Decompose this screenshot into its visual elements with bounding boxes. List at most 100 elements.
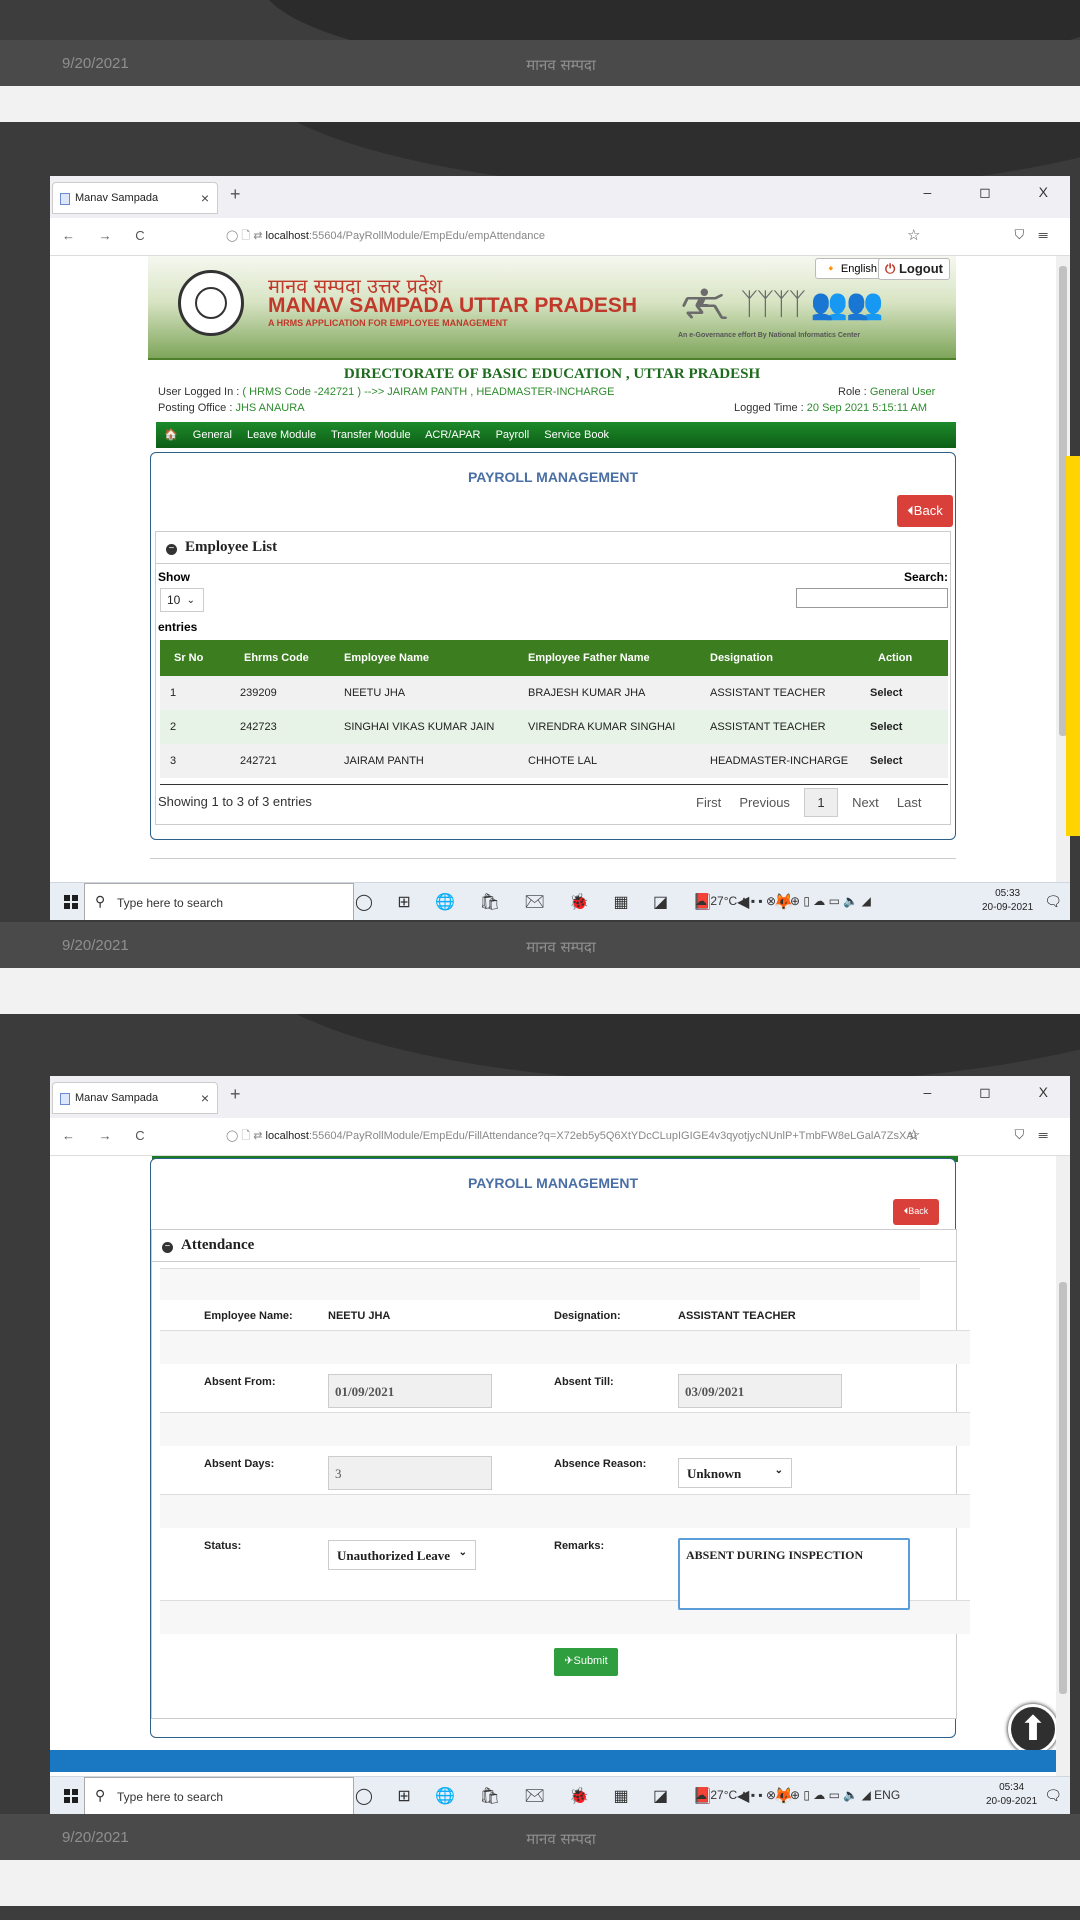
windows-start-icon[interactable] — [64, 1789, 78, 1803]
menu-icon[interactable]: ⛉☰ — [1014, 227, 1062, 243]
menu-item-transfer[interactable]: Transfer Module — [331, 429, 411, 441]
system-tray[interactable]: ☁ 27°C ˄ ▪ ▪ ⊗ ◐ ⊕ ▯ ☁ ▭ 🔈 ◢ ENG — [695, 1788, 900, 1802]
close-icon[interactable]: × — [201, 1090, 209, 1106]
browser-tab[interactable]: Manav Sampada × — [52, 1082, 218, 1114]
logout-button[interactable]: ⏻ Logout — [878, 258, 950, 280]
cell-employee-name: SINGHAI VIKAS KUMAR JAIN — [344, 710, 528, 744]
slide-gap — [0, 968, 1080, 1014]
page-size-select[interactable]: 10 ⌄ — [160, 588, 204, 612]
slide-header-strip — [0, 1906, 1080, 1920]
section-header[interactable]: − Employee List — [156, 532, 950, 564]
column-header[interactable]: Ehrms Code — [234, 640, 344, 676]
bookmark-star-icon[interactable]: ☆ — [907, 1126, 920, 1144]
employee-name-label: Employee Name: — [204, 1310, 293, 1322]
back-button[interactable]: ⏴Back — [897, 495, 953, 527]
show-label: Show — [158, 570, 190, 584]
clock[interactable]: 05:34 20-09-2021 — [986, 1781, 1037, 1809]
url-path: :55604/PayRollModule/EmpEdu/empAttendanc… — [308, 230, 546, 242]
cell-ehrms-code: 242721 — [234, 744, 344, 778]
url-host: localhost — [265, 230, 309, 242]
menu-item-acr[interactable]: ACR/APAR — [425, 429, 480, 441]
showing-info: Showing 1 to 3 of 3 entries — [158, 794, 312, 809]
window-controls[interactable]: – ◻ X — [923, 1084, 1070, 1101]
employee-table: Sr No Ehrms Code Employee Name Employee … — [160, 640, 948, 778]
state-emblem-logo — [178, 270, 244, 336]
notification-icon[interactable]: 🗨 — [1044, 1787, 1062, 1804]
absent-from-field[interactable]: 01/09/2021 — [328, 1374, 492, 1408]
vertical-scrollbar[interactable] — [1056, 1156, 1070, 1776]
cell-father-name: CHHOTE LAL — [528, 744, 710, 778]
section-header[interactable]: − Attendance — [152, 1230, 956, 1262]
people-graphic-icon: 🮲🮳 ᛉᛉᛉᛉ 👥👥 — [678, 288, 883, 321]
scroll-to-top-icon[interactable]: ⬆ — [1008, 1704, 1056, 1754]
slide-title: मानव सम्पदा — [526, 938, 596, 956]
taskbar-search-input[interactable]: ⚲ Type here to search — [84, 883, 354, 920]
browser-tab[interactable]: Manav Sampada × — [52, 182, 218, 214]
search-input[interactable] — [796, 588, 948, 608]
select-link[interactable]: Select — [870, 676, 948, 710]
pager-last[interactable]: Last — [897, 795, 922, 810]
clock[interactable]: 05:33 20-09-2021 — [982, 887, 1033, 915]
side-url-strip — [1066, 456, 1080, 836]
table-row[interactable]: 2 242723 SINGHAI VIKAS KUMAR JAIN VIREND… — [160, 710, 948, 744]
collapse-icon[interactable]: − — [162, 1242, 173, 1253]
window-controls[interactable]: – ◻ X — [923, 184, 1070, 201]
new-tab-button[interactable]: + — [230, 1084, 241, 1105]
tab-title: Manav Sampada — [75, 1092, 159, 1104]
pager-current[interactable]: 1 — [804, 788, 838, 817]
column-header[interactable]: Employee Father Name — [528, 640, 710, 676]
bookmark-star-icon[interactable]: ☆ — [907, 226, 920, 244]
select-link[interactable]: Select — [870, 710, 948, 744]
designation-label: Designation: — [554, 1310, 621, 1322]
column-header[interactable]: Sr No — [160, 640, 234, 676]
language-button[interactable]: 🔸 English — [815, 258, 886, 279]
system-tray[interactable]: ☁ 27°C ˄ ▪ ▪ ⊗ ◐ ⊕ ▯ ☁ ▭ 🔈 ◢ — [695, 894, 871, 908]
pager-first[interactable]: First — [696, 795, 721, 810]
url-field[interactable]: ◯ 🗋 ⇄ localhost:55604/PayRollModule/EmpE… — [226, 1127, 916, 1146]
menu-item-leave[interactable]: Leave Module — [247, 429, 316, 441]
column-header[interactable]: Designation — [710, 640, 870, 676]
status-select[interactable]: Unauthorized Leave ⌄ — [328, 1540, 476, 1570]
column-header[interactable]: Employee Name — [344, 640, 528, 676]
role-info: Role : General User — [838, 386, 936, 398]
table-divider — [160, 784, 948, 785]
menu-item-general[interactable]: General — [193, 429, 232, 441]
panel-title: PAYROLL MANAGEMENT — [467, 1175, 639, 1191]
nav-arrows-icon[interactable]: ← → C — [62, 228, 155, 243]
cell-designation: ASSISTANT TEACHER — [710, 676, 870, 710]
search-icon: ⚲ — [95, 1787, 106, 1803]
remarks-textarea[interactable]: ABSENT DURING INSPECTION — [678, 1538, 910, 1610]
table-row[interactable]: 1 239209 NEETU JHA BRAJESH KUMAR JHA ASS… — [160, 676, 948, 710]
collapse-icon[interactable]: − — [166, 544, 177, 555]
pager-previous[interactable]: Previous — [739, 795, 790, 810]
taskbar-search-input[interactable]: ⚲ Type here to search — [84, 1777, 354, 1814]
cell-father-name: BRAJESH KUMAR JHA — [528, 676, 710, 710]
logged-time: Logged Time : 20 Sep 2021 5:15:11 AM — [734, 402, 928, 414]
menu-item-payroll[interactable]: Payroll — [496, 429, 530, 441]
nav-arrows-icon[interactable]: ← → C — [62, 1128, 155, 1143]
page-divider — [150, 858, 956, 859]
pager-next[interactable]: Next — [852, 795, 879, 810]
menu-icon[interactable]: ⛉☰ — [1014, 1127, 1062, 1143]
browser-window-2: Manav Sampada × + – ◻ X ← → C ◯ 🗋 ⇄ loca… — [50, 1076, 1070, 1814]
notification-icon[interactable]: 🗨 — [1044, 893, 1062, 910]
windows-start-icon[interactable] — [64, 895, 78, 909]
slide-footer: 9/20/2021 मानव सम्पदा — [0, 1814, 1080, 1860]
absent-till-field[interactable]: 03/09/2021 — [678, 1374, 842, 1408]
table-row[interactable]: 3 242721 JAIRAM PANTH CHHOTE LAL HEADMAS… — [160, 744, 948, 778]
url-field[interactable]: ◯ 🗋 ⇄ localhost:55604/PayRollModule/EmpE… — [226, 227, 916, 246]
new-tab-button[interactable]: + — [230, 184, 241, 205]
home-icon[interactable]: 🏠 — [164, 429, 178, 441]
absent-days-field[interactable]: 3 — [328, 1456, 492, 1490]
submit-button[interactable]: ✈Submit — [554, 1648, 618, 1676]
close-icon[interactable]: × — [201, 190, 209, 206]
menu-item-service-book[interactable]: Service Book — [544, 429, 609, 441]
panel-title: PAYROLL MANAGEMENT — [467, 469, 639, 485]
back-button[interactable]: ⏴Back — [893, 1199, 939, 1225]
absence-reason-select[interactable]: Unknown ⌄ — [678, 1458, 792, 1488]
select-link[interactable]: Select — [870, 744, 948, 778]
search-label: Search: — [903, 570, 948, 584]
slide-footer: 9/20/2021 मानव सम्पदा — [0, 922, 1080, 968]
absence-reason-label: Absence Reason: — [554, 1458, 647, 1470]
column-header[interactable]: Action — [870, 640, 948, 676]
